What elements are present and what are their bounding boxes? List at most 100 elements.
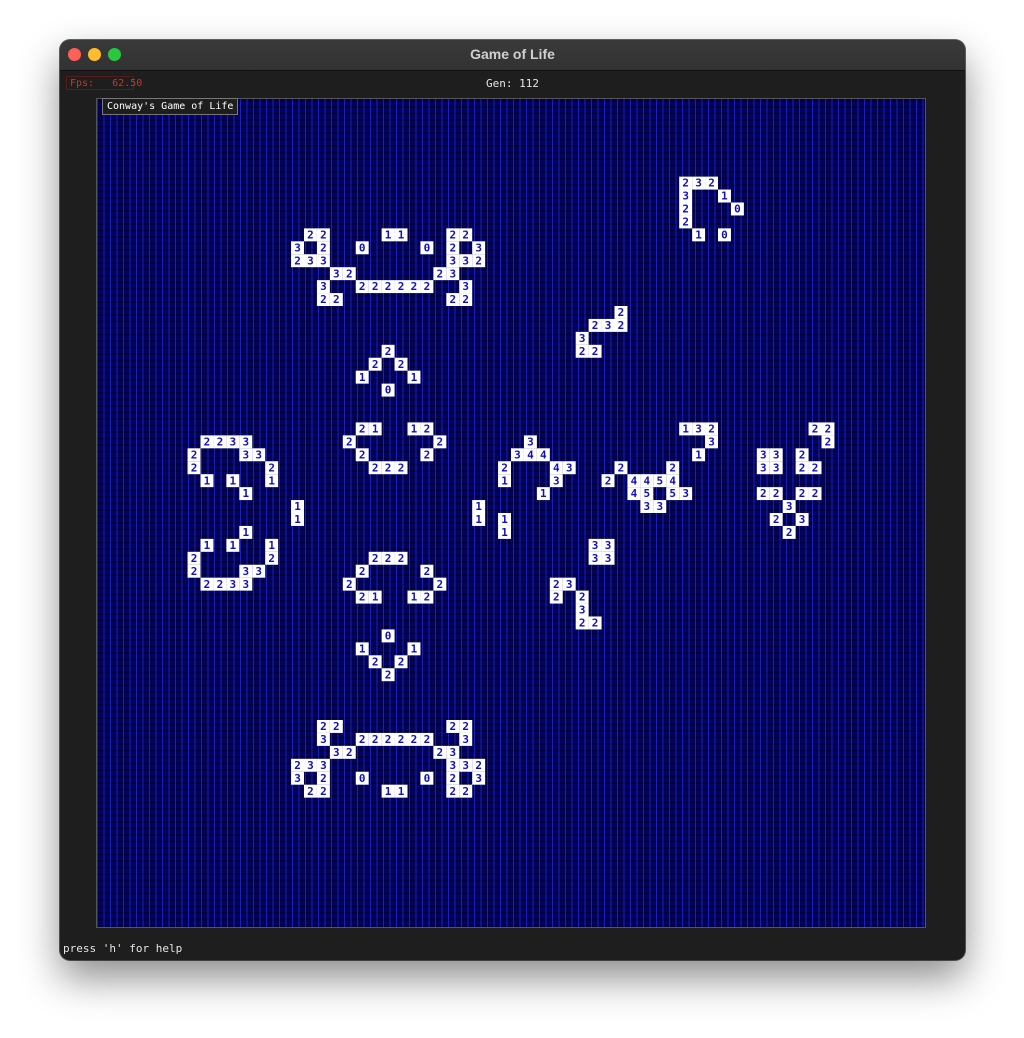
live-cell[interactable]: 2 xyxy=(549,577,563,591)
live-cell[interactable]: 3 xyxy=(291,771,304,785)
live-cell[interactable]: 0 xyxy=(381,629,395,643)
live-cell[interactable]: 2 xyxy=(381,280,395,293)
live-cell[interactable]: 2 xyxy=(187,564,201,578)
live-cell[interactable]: 3 xyxy=(239,577,253,591)
live-cell[interactable]: 1 xyxy=(200,474,214,487)
live-cell[interactable]: 1 xyxy=(407,642,421,655)
live-cell[interactable]: 2 xyxy=(316,241,330,254)
live-cell[interactable]: 1 xyxy=(291,500,304,513)
live-cell[interactable]: 2 xyxy=(381,461,395,474)
live-cell[interactable]: 3 xyxy=(575,603,589,617)
live-cell[interactable]: 2 xyxy=(213,435,227,448)
live-cell[interactable]: 2 xyxy=(420,590,434,604)
live-cell[interactable]: 3 xyxy=(446,758,460,772)
live-cell[interactable]: 2 xyxy=(187,551,201,565)
live-cell[interactable]: 3 xyxy=(239,435,253,448)
live-cell[interactable]: 2 xyxy=(446,293,460,306)
live-cell[interactable]: 2 xyxy=(795,461,809,474)
live-cell[interactable]: 3 xyxy=(316,254,330,267)
live-cell[interactable]: 2 xyxy=(316,771,330,785)
live-cell[interactable]: 0 xyxy=(730,202,744,216)
live-cell[interactable]: 1 xyxy=(407,370,421,384)
live-cell[interactable]: 2 xyxy=(769,487,783,500)
live-cell[interactable]: 1 xyxy=(226,538,240,552)
live-cell[interactable]: 2 xyxy=(394,280,408,293)
live-cell[interactable]: 3 xyxy=(562,577,576,591)
live-cell[interactable]: 2 xyxy=(808,487,822,500)
live-cell[interactable]: 0 xyxy=(355,771,369,785)
live-cell[interactable]: 3 xyxy=(239,448,253,461)
live-cell[interactable]: 3 xyxy=(601,318,615,332)
live-cell[interactable]: 2 xyxy=(614,306,628,319)
live-cell[interactable]: 2 xyxy=(342,267,356,280)
live-cell[interactable]: 3 xyxy=(459,732,473,746)
live-cell[interactable]: 2 xyxy=(459,293,473,306)
live-cell[interactable]: 2 xyxy=(394,461,408,474)
live-cell[interactable]: 2 xyxy=(433,435,447,448)
live-cell[interactable]: 1 xyxy=(265,474,279,487)
live-cell[interactable]: 2 xyxy=(420,422,434,436)
live-cell[interactable]: 3 xyxy=(446,745,460,759)
live-cell[interactable]: 2 xyxy=(381,344,395,358)
live-cell[interactable]: 3 xyxy=(601,551,615,565)
live-cell[interactable]: 3 xyxy=(316,732,330,746)
live-cell[interactable]: 1 xyxy=(368,422,382,436)
live-cell[interactable]: 3 xyxy=(756,448,770,461)
live-cell[interactable]: 1 xyxy=(381,784,395,798)
live-cell[interactable]: 2 xyxy=(355,590,369,604)
live-cell[interactable]: 3 xyxy=(705,435,718,448)
live-cell[interactable]: 2 xyxy=(187,461,201,474)
live-cell[interactable]: 1 xyxy=(718,189,731,203)
live-cell[interactable]: 2 xyxy=(446,241,460,254)
live-cell[interactable]: 1 xyxy=(291,513,304,526)
live-cell[interactable]: 3 xyxy=(459,280,473,293)
title-bar[interactable]: Game of Life xyxy=(60,40,965,71)
live-cell[interactable]: 2 xyxy=(588,318,602,332)
live-cell[interactable]: 2 xyxy=(795,448,809,461)
live-cell[interactable]: 2 xyxy=(342,577,356,591)
live-cell[interactable]: 2 xyxy=(575,616,589,630)
live-cell[interactable]: 2 xyxy=(459,720,473,733)
life-board[interactable]: 2323120210221122320023233332322332222223… xyxy=(96,98,926,928)
live-cell[interactable]: 2 xyxy=(304,784,317,798)
live-cell[interactable]: 2 xyxy=(342,435,356,448)
live-cell[interactable]: 3 xyxy=(304,758,317,772)
live-cell[interactable]: 3 xyxy=(459,758,473,772)
live-cell[interactable]: 5 xyxy=(640,487,654,500)
live-cell[interactable]: 4 xyxy=(523,448,537,461)
live-cell[interactable]: 2 xyxy=(459,228,473,241)
live-cell[interactable]: 1 xyxy=(381,228,395,241)
live-cell[interactable]: 3 xyxy=(446,267,460,280)
live-cell[interactable]: 0 xyxy=(381,383,395,397)
live-cell[interactable]: 3 xyxy=(640,500,654,513)
live-cell[interactable]: 1 xyxy=(498,474,511,487)
live-cell[interactable]: 2 xyxy=(265,461,279,474)
live-cell[interactable]: 3 xyxy=(472,771,486,785)
live-cell[interactable]: 1 xyxy=(355,370,369,384)
live-cell[interactable]: 3 xyxy=(252,448,266,461)
live-cell[interactable]: 2 xyxy=(420,280,434,293)
live-cell[interactable]: 3 xyxy=(226,577,240,591)
live-cell[interactable]: 2 xyxy=(342,745,356,759)
live-cell[interactable]: 1 xyxy=(394,784,408,798)
live-cell[interactable]: 2 xyxy=(472,758,486,772)
live-cell[interactable]: 3 xyxy=(562,461,576,474)
live-cell[interactable]: 2 xyxy=(394,655,408,668)
live-cell[interactable]: 2 xyxy=(679,202,693,216)
live-cell[interactable]: 4 xyxy=(549,461,563,474)
live-cell[interactable]: 2 xyxy=(705,176,718,190)
live-cell[interactable]: 1 xyxy=(226,474,240,487)
live-cell[interactable]: 0 xyxy=(718,228,731,241)
live-cell[interactable]: 2 xyxy=(381,551,395,565)
live-cell[interactable]: 2 xyxy=(407,280,421,293)
live-cell[interactable]: 1 xyxy=(368,590,382,604)
live-cell[interactable]: 4 xyxy=(536,448,550,461)
live-cell[interactable]: 1 xyxy=(239,525,253,539)
live-cell[interactable]: 2 xyxy=(795,487,809,500)
live-cell[interactable]: 2 xyxy=(433,267,447,280)
live-cell[interactable]: 3 xyxy=(472,241,486,254)
live-cell[interactable]: 2 xyxy=(575,344,589,358)
live-cell[interactable]: 2 xyxy=(446,720,460,733)
live-cell[interactable]: 3 xyxy=(511,448,524,461)
live-cell[interactable]: 2 xyxy=(446,771,460,785)
